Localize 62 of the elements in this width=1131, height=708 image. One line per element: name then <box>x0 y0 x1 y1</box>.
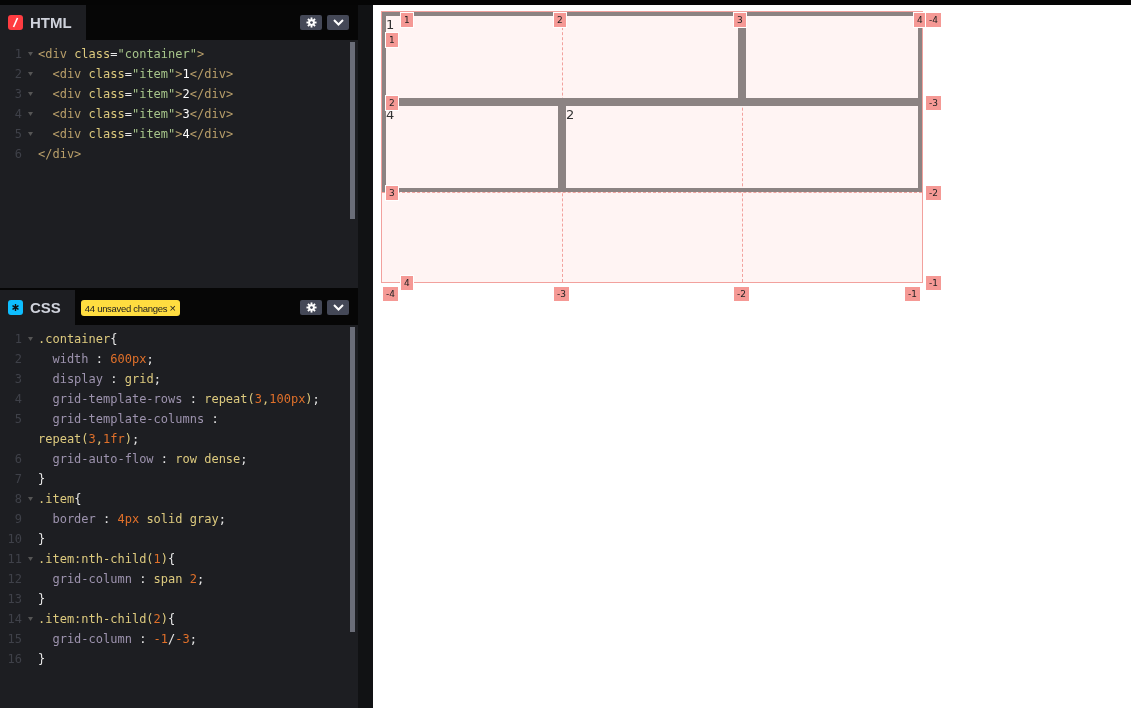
line-number-label: -3 <box>925 95 942 111</box>
code-line: .item:nth-child(2){ <box>38 612 176 626</box>
line-number-label: 1 <box>400 12 414 28</box>
code-line: } <box>38 472 46 486</box>
line-number-label: -2 <box>925 185 942 201</box>
code-line: .container{ <box>38 332 118 346</box>
code-line: .item:nth-child(1){ <box>38 552 176 566</box>
grid-item: 2 <box>562 102 922 192</box>
code-line: <div class="item">1</div> <box>51 67 234 81</box>
code-line: } <box>38 592 46 606</box>
code-line: grid-column : span 2; <box>51 572 205 586</box>
fold-icon[interactable] <box>27 497 33 501</box>
code-line: } <box>38 532 46 546</box>
scrollbar[interactable] <box>350 327 355 632</box>
code-line: display : grid; <box>51 372 161 386</box>
code-line: } <box>38 652 46 666</box>
code-line: </div> <box>38 147 82 161</box>
line-number-label: -2 <box>733 286 750 302</box>
fold-icon[interactable] <box>27 617 33 621</box>
settings-button[interactable] <box>300 300 322 315</box>
asterisk-icon <box>8 300 23 315</box>
line-number-label: -4 <box>925 12 942 28</box>
code-line: grid-column : -1/-3; <box>51 632 197 646</box>
settings-icon <box>305 302 317 313</box>
unsaved-changes-badge[interactable]: 44 unsaved changes × <box>80 299 180 316</box>
line-number-label: 2 <box>553 12 567 28</box>
code-line: repeat(3,1fr); <box>38 432 140 446</box>
code-line: grid-auto-flow : row dense; <box>51 452 248 466</box>
code-line: grid-template-columns : <box>51 412 219 426</box>
settings-icon <box>305 17 317 28</box>
fold-icon[interactable] <box>27 112 33 116</box>
code-line: <div class="item">2</div> <box>51 87 234 101</box>
code-line: <div class="item">3</div> <box>51 107 234 121</box>
fold-icon[interactable] <box>27 72 33 76</box>
line-number-label: 2 <box>385 95 399 111</box>
line-number-label: -3 <box>553 286 570 302</box>
code-line: border : 4px solid gray; <box>51 512 226 526</box>
collapse-button[interactable] <box>327 15 349 30</box>
code-line: .item{ <box>38 492 82 506</box>
fold-icon[interactable] <box>27 557 33 561</box>
scrollbar[interactable] <box>350 42 355 219</box>
line-number-label: -1 <box>904 286 921 302</box>
dismiss-button[interactable]: × <box>169 301 176 314</box>
fold-icon[interactable] <box>27 92 33 96</box>
line-number-label: 1 <box>385 32 399 48</box>
collapse-button[interactable] <box>327 300 349 315</box>
line-number-label: 3 <box>733 12 747 28</box>
line-number-label: 4 <box>400 275 414 291</box>
line-number-label: -1 <box>925 275 942 291</box>
chevron-down-icon <box>332 19 344 26</box>
slash-icon <box>8 15 23 30</box>
code-line: width : 600px; <box>51 352 154 366</box>
code-line: <div class="container"> <box>38 47 205 61</box>
fold-icon[interactable] <box>27 52 33 56</box>
settings-button[interactable] <box>300 15 322 30</box>
fold-icon[interactable] <box>27 132 33 136</box>
line-number-label: -4 <box>382 286 399 302</box>
fold-icon[interactable] <box>27 337 33 341</box>
code-line: grid-template-rows : repeat(3,100px); <box>51 392 320 406</box>
chevron-down-icon <box>332 304 344 311</box>
line-number-label: 3 <box>385 185 399 201</box>
code-line: <div class="item">4</div> <box>51 127 234 141</box>
